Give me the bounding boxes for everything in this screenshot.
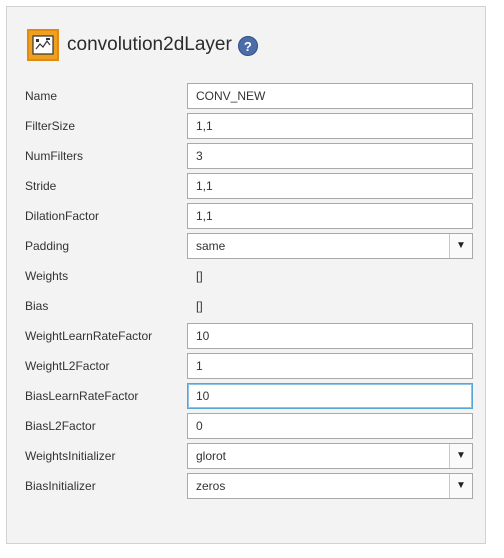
property-row-stride: Stride 1,1 — [7, 171, 485, 201]
property-label: Stride — [25, 179, 57, 193]
num-filters-input[interactable]: 3 — [187, 143, 473, 169]
chevron-down-icon[interactable]: ▼ — [449, 234, 472, 258]
property-row-padding: Padding same ▼ — [7, 231, 485, 261]
bias-value: [] — [196, 299, 203, 313]
bias-learn-rate-factor-input[interactable]: 10 — [187, 383, 473, 409]
property-label: BiasLearnRateFactor — [25, 389, 139, 403]
weight-l2factor-input[interactable]: 1 — [187, 353, 473, 379]
property-row-weights-initializer: WeightsInitializer glorot ▼ — [7, 441, 485, 471]
property-row-weights: Weights [] — [7, 261, 485, 291]
chevron-down-icon[interactable]: ▼ — [449, 444, 472, 468]
layer-title: convolution2dLayer — [67, 34, 232, 55]
panel-header: convolution2dLayer ? — [27, 29, 258, 61]
dropdown-value: same — [196, 239, 226, 253]
property-label: NumFilters — [25, 149, 84, 163]
property-label: DilationFactor — [25, 209, 100, 223]
property-label: WeightsInitializer — [25, 449, 116, 463]
property-row-bias-initializer: BiasInitializer zeros ▼ — [7, 471, 485, 501]
chevron-down-icon[interactable]: ▼ — [449, 474, 472, 498]
bias-initializer-dropdown[interactable]: zeros ▼ — [187, 473, 473, 499]
property-label: FilterSize — [25, 119, 76, 133]
property-row-weight-l2factor: WeightL2Factor 1 — [7, 351, 485, 381]
property-label: Weights — [25, 269, 69, 283]
property-label: BiasL2Factor — [25, 419, 96, 433]
layer-properties-panel: convolution2dLayer ? Name CONV_NEW FilterS… — [6, 6, 486, 544]
layer-icon — [27, 29, 59, 61]
property-row-name: Name CONV_NEW — [7, 81, 485, 111]
dilation-factor-input[interactable]: 1,1 — [187, 203, 473, 229]
filter-size-input[interactable]: 1,1 — [187, 113, 473, 139]
property-list: Name CONV_NEW FilterSize 1,1 NumFilters 3 Stri… — [7, 81, 485, 501]
help-icon[interactable]: ? — [237, 36, 258, 56]
property-label: WeightLearnRateFactor — [25, 329, 153, 343]
dropdown-value: zeros — [196, 479, 226, 493]
property-label: Padding — [25, 239, 70, 253]
property-label: Name — [25, 89, 58, 103]
weight-learn-rate-factor-input[interactable]: 10 — [187, 323, 473, 349]
property-row-weight-learn-rate-factor: WeightLearnRateFactor 10 — [7, 321, 485, 351]
name-input[interactable]: CONV_NEW — [187, 83, 473, 109]
property-row-dilation-factor: DilationFactor 1,1 — [7, 201, 485, 231]
padding-dropdown[interactable]: same ▼ — [187, 233, 473, 259]
property-row-num-filters: NumFilters 3 — [7, 141, 485, 171]
bias-l2factor-input[interactable]: 0 — [187, 413, 473, 439]
property-row-filter-size: FilterSize 1,1 — [7, 111, 485, 141]
dropdown-value: glorot — [196, 449, 227, 463]
property-label: WeightL2Factor — [25, 359, 110, 373]
weights-initializer-dropdown[interactable]: glorot ▼ — [187, 443, 473, 469]
property-label: Bias — [25, 299, 49, 313]
weights-value: [] — [196, 269, 203, 283]
property-label: BiasInitializer — [25, 479, 96, 493]
stride-input[interactable]: 1,1 — [187, 173, 473, 199]
property-row-bias: Bias [] — [7, 291, 485, 321]
property-row-bias-learn-rate-factor: BiasLearnRateFactor 10 — [7, 381, 485, 411]
property-row-bias-l2factor: BiasL2Factor 0 — [7, 411, 485, 441]
